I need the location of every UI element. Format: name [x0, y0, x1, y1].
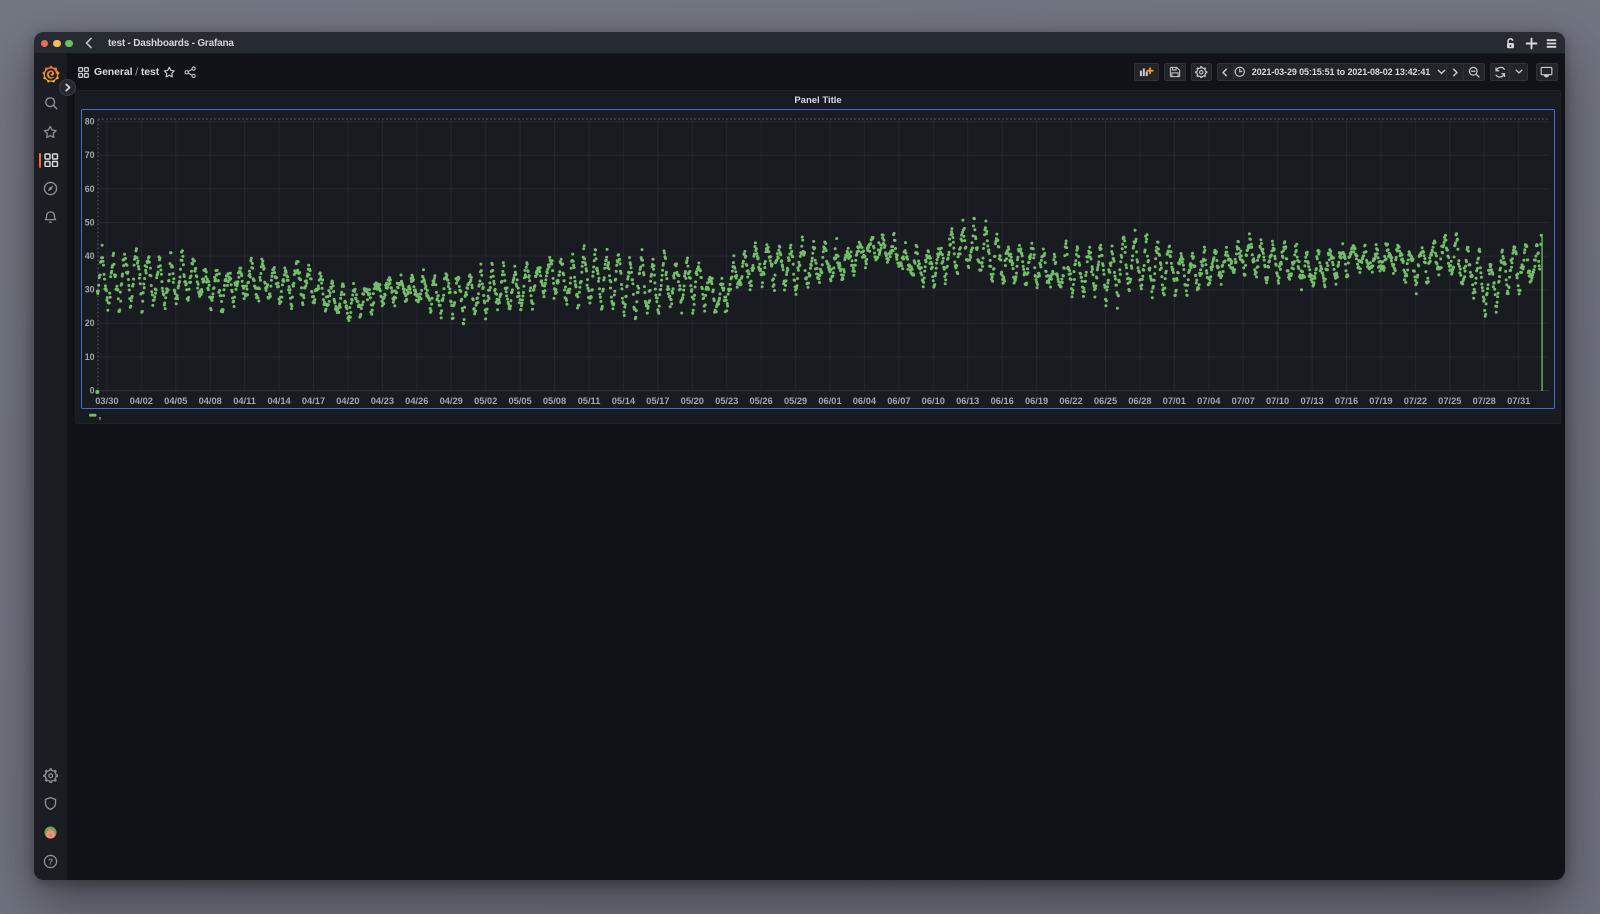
svg-text:04/08: 04/08 — [199, 396, 222, 406]
svg-text:07/10: 07/10 — [1266, 396, 1289, 406]
svg-text:06/16: 06/16 — [991, 396, 1014, 406]
svg-text:07/22: 07/22 — [1404, 396, 1427, 406]
svg-text:07/07: 07/07 — [1232, 396, 1255, 406]
svg-text:20: 20 — [85, 318, 95, 328]
svg-text:04/14: 04/14 — [267, 396, 291, 406]
svg-text:30: 30 — [85, 285, 95, 295]
svg-text:04/05: 04/05 — [164, 396, 187, 406]
svg-text:05/29: 05/29 — [784, 396, 807, 406]
svg-text:?: ? — [48, 856, 53, 866]
svg-text:07/19: 07/19 — [1369, 396, 1392, 406]
svg-text:07/25: 07/25 — [1438, 396, 1461, 406]
svg-text:06/13: 06/13 — [956, 396, 979, 406]
svg-text:07/28: 07/28 — [1473, 396, 1496, 406]
svg-text:04/29: 04/29 — [440, 396, 463, 406]
svg-text:06/07: 06/07 — [887, 396, 910, 406]
svg-text:05/23: 05/23 — [715, 396, 738, 406]
svg-text:0: 0 — [90, 386, 95, 396]
svg-text:05/17: 05/17 — [646, 396, 669, 406]
svg-text:05/02: 05/02 — [474, 396, 497, 406]
svg-text:04/02: 04/02 — [130, 396, 153, 406]
svg-text:80: 80 — [85, 117, 95, 127]
svg-text:07/16: 07/16 — [1335, 396, 1358, 406]
svg-text:07/01: 07/01 — [1163, 396, 1186, 406]
svg-text:05/20: 05/20 — [681, 396, 704, 406]
svg-text:06/25: 06/25 — [1094, 396, 1117, 406]
svg-text:50: 50 — [85, 217, 95, 227]
svg-text:06/22: 06/22 — [1059, 396, 1082, 406]
svg-text:60: 60 — [85, 184, 95, 194]
svg-text:03/30: 03/30 — [95, 396, 118, 406]
svg-text:06/04: 06/04 — [853, 396, 877, 406]
svg-text:05/05: 05/05 — [508, 396, 531, 406]
svg-text:,: , — [99, 411, 102, 422]
svg-text:70: 70 — [85, 150, 95, 160]
svg-text:04/11: 04/11 — [233, 396, 256, 406]
svg-text:07/04: 07/04 — [1197, 396, 1221, 406]
svg-text:06/01: 06/01 — [818, 396, 841, 406]
svg-text:04/17: 04/17 — [302, 396, 325, 406]
svg-text:05/14: 05/14 — [612, 396, 636, 406]
svg-text:04/26: 04/26 — [405, 396, 428, 406]
svg-text:40: 40 — [85, 251, 95, 261]
svg-text:05/26: 05/26 — [749, 396, 772, 406]
svg-text:06/10: 06/10 — [922, 396, 945, 406]
svg-text:04/23: 04/23 — [371, 396, 394, 406]
svg-text:07/13: 07/13 — [1300, 396, 1323, 406]
svg-text:07/31: 07/31 — [1507, 396, 1530, 406]
svg-text:04/20: 04/20 — [336, 396, 359, 406]
svg-text:05/11: 05/11 — [578, 396, 601, 406]
svg-text:06/19: 06/19 — [1025, 396, 1048, 406]
svg-text:10: 10 — [85, 352, 95, 362]
svg-text:06/28: 06/28 — [1128, 396, 1151, 406]
svg-text:05/08: 05/08 — [543, 396, 566, 406]
